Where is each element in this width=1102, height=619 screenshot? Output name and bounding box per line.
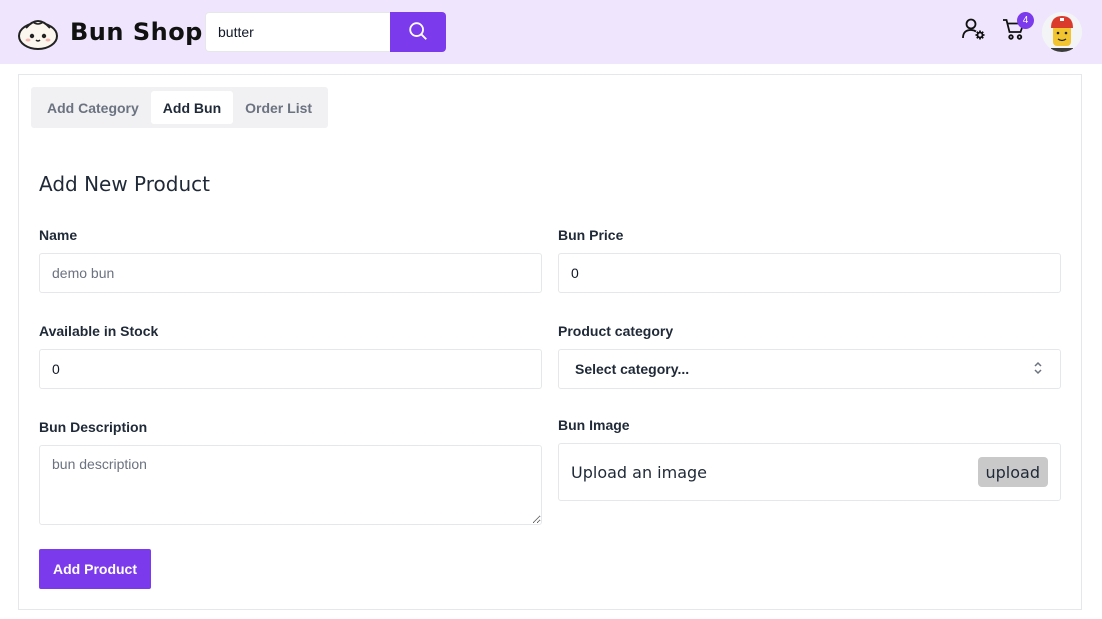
price-label: Bun Price <box>558 227 624 243</box>
description-label: Bun Description <box>39 419 148 435</box>
avatar-lego-icon <box>1042 12 1082 52</box>
dashboard-card: Add Category Add Bun Order List Add New … <box>18 74 1082 610</box>
brand-name: Bun Shop <box>70 18 203 46</box>
upload-prompt: Upload an image <box>571 462 708 482</box>
top-nav-bar: Bun Shop 4 <box>0 0 1102 64</box>
search-input[interactable] <box>205 12 391 52</box>
user-settings-icon <box>961 16 987 47</box>
description-textarea[interactable] <box>39 445 542 525</box>
brand-logo[interactable]: Bun Shop <box>16 12 203 52</box>
name-input[interactable] <box>39 253 542 293</box>
tab-order-list[interactable]: Order List <box>233 91 324 124</box>
image-label: Bun Image <box>558 417 630 433</box>
chevron-up-down-icon <box>1032 360 1044 379</box>
price-input[interactable] <box>558 253 1061 293</box>
stock-input[interactable] <box>39 349 542 389</box>
search-icon <box>407 20 429 45</box>
category-selected-value: Select category... <box>575 361 690 377</box>
tab-add-bun[interactable]: Add Bun <box>150 91 234 124</box>
tab-add-category[interactable]: Add Category <box>35 91 151 124</box>
avatar[interactable] <box>1042 12 1082 52</box>
stock-label: Available in Stock <box>39 323 159 339</box>
dashboard-tabs: Add Category Add Bun Order List <box>31 87 329 128</box>
cart-count-badge: 4 <box>1017 12 1034 29</box>
image-upload-box[interactable]: Upload an image upload <box>558 443 1061 501</box>
user-settings-button[interactable] <box>960 16 988 46</box>
form-title: Add New Product <box>39 172 210 196</box>
bun-logo-icon <box>16 12 60 52</box>
category-label: Product category <box>558 323 674 339</box>
name-label: Name <box>39 227 78 243</box>
category-select[interactable]: Select category... <box>558 349 1061 389</box>
search-button[interactable] <box>390 12 446 52</box>
upload-button[interactable]: upload <box>977 457 1048 487</box>
add-product-button[interactable]: Add Product <box>39 549 151 589</box>
